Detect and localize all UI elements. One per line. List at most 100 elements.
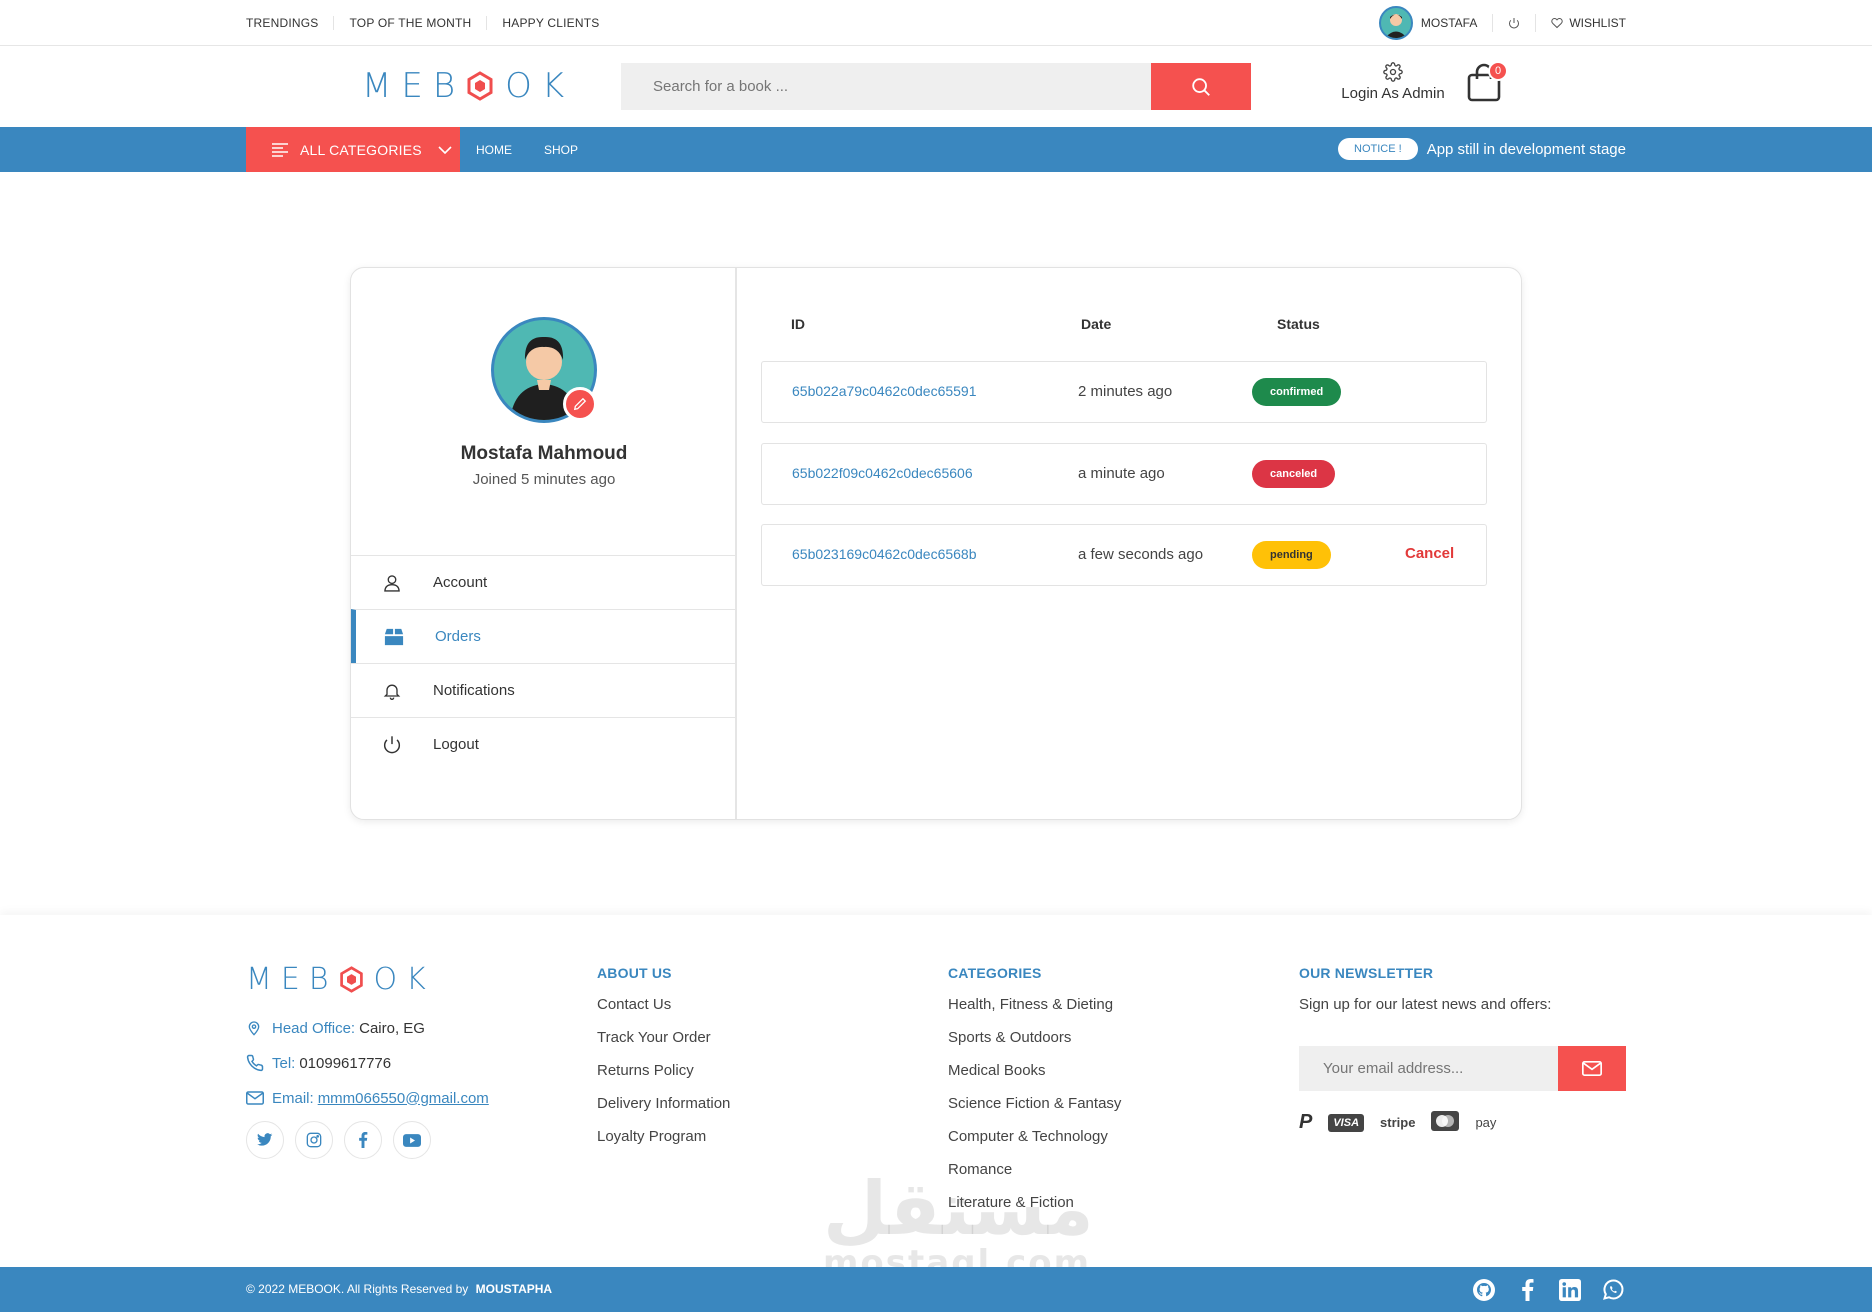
cart-count-badge: 0 [1488, 61, 1508, 81]
user-avatar [1378, 6, 1413, 40]
menu-logout[interactable]: Logout [351, 717, 737, 771]
nav-home-link[interactable]: HOME [476, 143, 512, 157]
footer-category-link[interactable]: Science Fiction & Fantasy [948, 1095, 1121, 1113]
happy-clients-link[interactable]: HAPPY CLIENTS [486, 16, 614, 30]
facebook-icon[interactable] [1514, 1277, 1540, 1303]
user-icon [381, 572, 403, 594]
linkedin-icon[interactable] [1557, 1277, 1583, 1303]
profile-menu: Account Orders Notifications Logout [351, 555, 737, 771]
menu-notifications-label: Notifications [433, 682, 515, 699]
menu-orders-label: Orders [435, 628, 481, 645]
categories-title: CATEGORIES [948, 965, 1042, 981]
head-office-label: Head Office: [272, 1019, 356, 1037]
col-date-header: Date [1081, 316, 1112, 332]
profile-sidebar: Mostafa Mahmoud Joined 5 minutes ago Acc… [351, 268, 737, 819]
github-icon[interactable] [1471, 1277, 1497, 1303]
tel-value: 01099617776 [299, 1054, 392, 1072]
search-icon [1192, 77, 1210, 96]
about-title: ABOUT US [597, 965, 672, 981]
newsletter-column: OUR NEWSLETTER Sign up for our latest ne… [1299, 915, 1551, 1013]
phone-icon [246, 1054, 264, 1072]
mail-icon [1582, 1061, 1602, 1076]
menu-orders[interactable]: Orders [351, 609, 737, 663]
footer-category-link[interactable]: Sports & Outdoors [948, 1029, 1121, 1047]
order-row: 65b022a79c0462c0dec65591 2 minutes ago c… [761, 361, 1487, 423]
top-of-month-link[interactable]: TOP OF THE MONTH [333, 16, 486, 30]
email-link[interactable]: mmm066550@gmail.com [318, 1090, 489, 1107]
order-id[interactable]: 65b022f09c0462c0dec65606 [792, 465, 973, 481]
pencil-icon [573, 397, 587, 411]
mastercard-icon [1431, 1111, 1460, 1134]
footer-category-link[interactable]: Computer & Technology [948, 1128, 1121, 1146]
cart-button[interactable]: 0 [1466, 61, 1508, 107]
wishlist-link[interactable]: WISHLIST [1535, 14, 1626, 32]
mostaql-watermark: مستقل mostaql.com [823, 1166, 1094, 1283]
menu-account[interactable]: Account [351, 555, 737, 609]
about-column: ABOUT US Contact Us Track Your Order Ret… [597, 915, 730, 1146]
user-menu[interactable]: MOSTAFA [1364, 6, 1492, 40]
twitter-icon[interactable] [246, 1121, 284, 1159]
nav-shop-link[interactable]: SHOP [544, 143, 578, 157]
bell-icon [381, 680, 403, 702]
footer-category-link[interactable]: Medical Books [948, 1062, 1121, 1080]
footer-link[interactable]: Track Your Order [597, 1029, 730, 1047]
menu-account-label: Account [433, 574, 488, 591]
newsletter-form [1299, 1046, 1626, 1091]
copyright: © 2022 MEBOOK. All Rights Reserved by MO… [246, 1282, 552, 1296]
copyright-text: © 2022 MEBOOK. All Rights Reserved by [246, 1282, 469, 1296]
status-badge: confirmed [1252, 378, 1342, 406]
mail-icon [246, 1091, 264, 1105]
author-link[interactable]: MOUSTAPHA [476, 1282, 552, 1296]
payment-methods: P VISA stripe pay [1299, 1111, 1512, 1134]
whatsapp-icon[interactable] [1600, 1277, 1626, 1303]
email-label: Email: [272, 1089, 314, 1107]
facebook-icon[interactable] [344, 1121, 382, 1159]
notice-text: App still in development stage [1426, 140, 1626, 158]
site-logo[interactable]: MEB OK [362, 66, 574, 106]
heart-icon [1551, 17, 1564, 29]
all-categories-dropdown[interactable]: ALL CATEGORIES [246, 127, 460, 172]
logout-power-button[interactable] [1492, 14, 1535, 32]
order-id[interactable]: 65b023169c0462c0dec6568b [792, 546, 977, 562]
order-row: 65b022f09c0462c0dec65606 a minute ago ca… [761, 443, 1487, 505]
instagram-icon[interactable] [295, 1121, 333, 1159]
newsletter-email-input[interactable] [1299, 1046, 1558, 1091]
newsletter-submit-button[interactable] [1558, 1046, 1626, 1091]
box-icon [383, 626, 405, 648]
tel-label: Tel: [272, 1054, 296, 1072]
email: Email: mmm066550@gmail.com [246, 1089, 489, 1107]
head-office-value: Cairo, EG [359, 1019, 425, 1037]
status-badge: canceled [1252, 460, 1336, 488]
login-as-admin-button[interactable]: Login As Admin [1336, 62, 1450, 102]
youtube-icon[interactable] [393, 1121, 431, 1159]
newsletter-title: OUR NEWSLETTER [1299, 965, 1434, 981]
footer-link[interactable]: Returns Policy [597, 1062, 730, 1080]
telephone: Tel: 01099617776 [246, 1054, 391, 1072]
notice-pill: NOTICE ! [1338, 138, 1418, 160]
edit-avatar-button[interactable] [563, 387, 597, 421]
newsletter-text: Sign up for our latest news and offers: [1299, 996, 1552, 1013]
profile-joined: Joined 5 minutes ago [472, 471, 616, 488]
footer-link[interactable]: Loyalty Program [597, 1128, 730, 1146]
wishlist-label: WISHLIST [1569, 16, 1626, 30]
admin-label: Login As Admin [1341, 85, 1445, 102]
cancel-order-button[interactable]: Cancel [1405, 545, 1454, 562]
search-button[interactable] [1151, 63, 1251, 110]
profile-name: Mostafa Mahmoud [460, 443, 628, 464]
main-nav: ALL CATEGORIES HOME SHOP NOTICE ! App st… [0, 127, 1872, 172]
trendings-link[interactable]: TRENDINGS [246, 16, 333, 30]
menu-notifications[interactable]: Notifications [351, 663, 737, 717]
profile-card: Mostafa Mahmoud Joined 5 minutes ago Acc… [350, 267, 1522, 820]
power-icon [381, 734, 403, 756]
visa-icon: VISA [1328, 1113, 1365, 1132]
order-id[interactable]: 65b022a79c0462c0dec65591 [792, 383, 977, 399]
footer-link[interactable]: Contact Us [597, 996, 730, 1014]
search-input[interactable] [621, 63, 1151, 110]
footer-category-link[interactable]: Health, Fitness & Dieting [948, 996, 1121, 1014]
stripe-icon: stripe [1380, 1115, 1416, 1130]
footer-logo[interactable]: MEB OK [246, 962, 435, 997]
bottom-bar: © 2022 MEBOOK. All Rights Reserved by MO… [0, 1267, 1872, 1312]
username-label: MOSTAFA [1420, 16, 1478, 30]
footer-link[interactable]: Delivery Information [597, 1095, 730, 1113]
gear-icon [1383, 62, 1403, 82]
